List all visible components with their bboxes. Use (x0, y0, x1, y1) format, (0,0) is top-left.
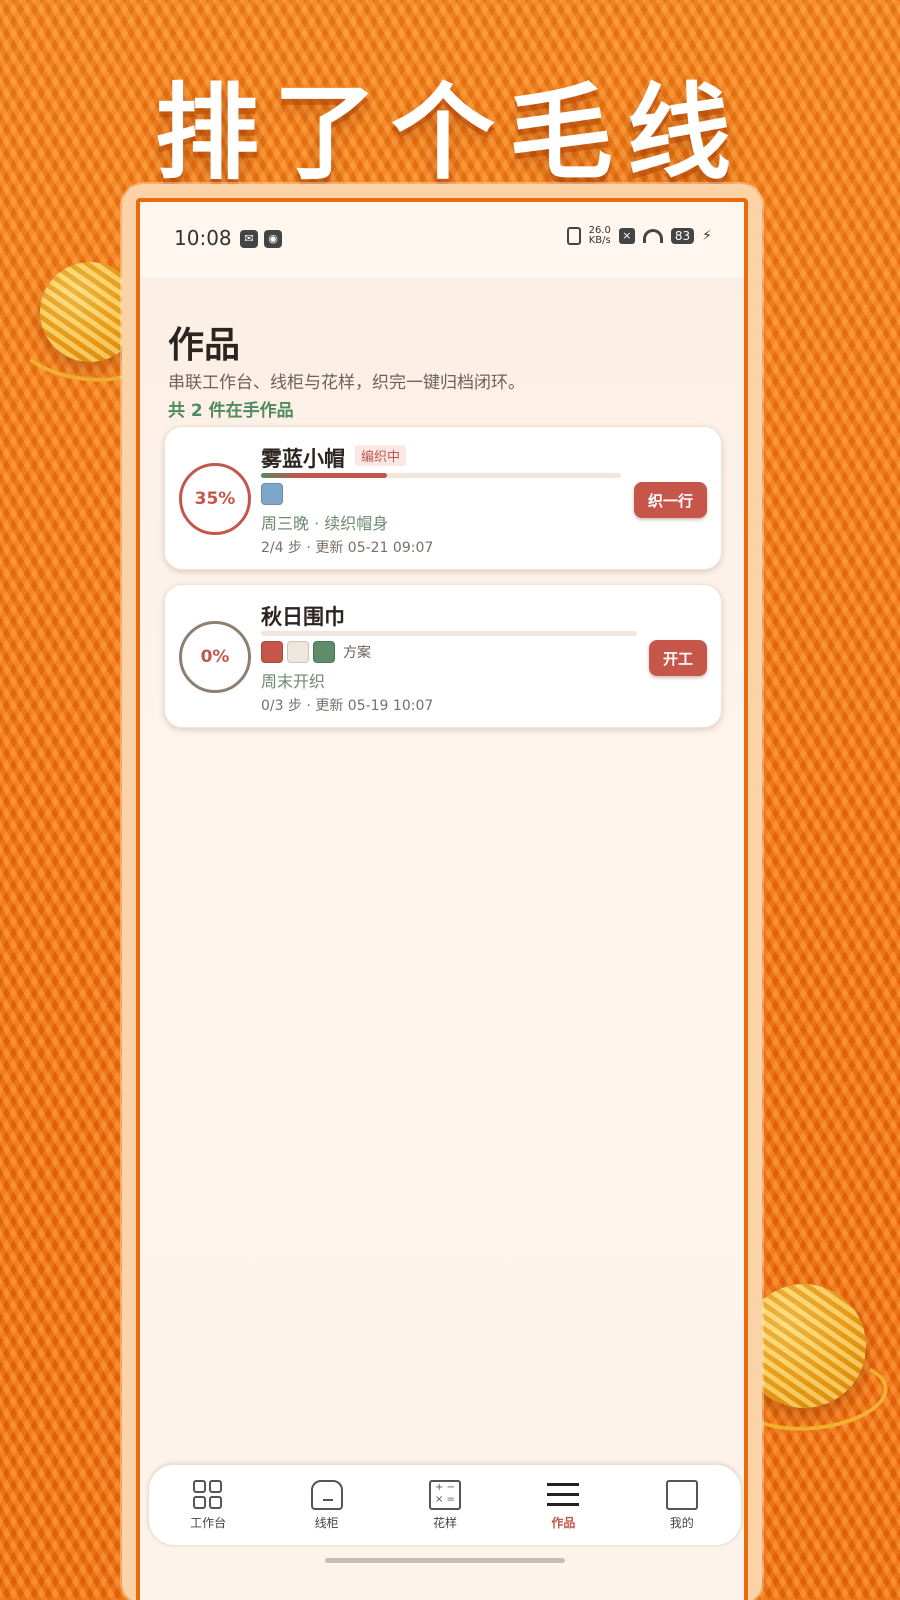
no-sim-icon: × (618, 228, 635, 244)
grid-icon (192, 1479, 224, 1510)
work-meta: 0/3 步 · 更新 05-19 10:07 (261, 698, 434, 714)
app-notification-icon: ◉ (264, 230, 282, 248)
work-meta: 2/4 步 · 更新 05-21 09:07 (261, 540, 434, 556)
swatch-label: 方案 (343, 645, 371, 661)
work-name: 雾蓝小帽 (261, 447, 345, 471)
status-badge: 编织中 (355, 445, 407, 466)
yarn-swatch (287, 641, 309, 663)
nav-item-works[interactable]: 作品 (518, 1480, 608, 1531)
nav-item-workbench[interactable]: 工作台 (163, 1479, 253, 1531)
yarn-swatch (261, 483, 283, 505)
nav-label: 工作台 (190, 1515, 227, 1530)
yarn-swatches: 方案 (261, 641, 371, 663)
knit-row-button[interactable]: 织一行 (633, 482, 707, 518)
mail-icon: ✉ (240, 230, 258, 248)
work-note: 周末开织 (261, 672, 326, 691)
vibrate-icon (566, 227, 581, 245)
nav-item-patterns[interactable]: + − × = 花样 (400, 1479, 490, 1531)
status-icons: 26.0 KB/s × 83 ⚡ (566, 225, 712, 246)
start-work-button[interactable]: 开工 (648, 640, 707, 676)
work-card[interactable]: 0% 秋日围巾 方案 周末开织 0/3 步 · 更新 05-19 10:07 开… (164, 584, 722, 728)
yarn-swatch (261, 641, 283, 663)
progress-ring: 35% (179, 463, 251, 535)
status-time: 10:08 (174, 226, 232, 250)
menu-icon (547, 1480, 580, 1510)
nav-label: 花样 (432, 1515, 457, 1530)
status-bar: 10:08 ✉ ◉ 26.0 KB/s × 83 ⚡ (140, 202, 744, 278)
home-icon (310, 1479, 343, 1510)
progress-ring: 0% (179, 621, 251, 693)
app-screen: 10:08 ✉ ◉ 26.0 KB/s × 83 ⚡ 作品 串联工作台、线柜与花… (136, 198, 748, 1600)
progress-track (261, 631, 637, 636)
nav-label: 线柜 (314, 1515, 339, 1530)
battery-level: 83 (670, 228, 695, 244)
nav-label: 作品 (551, 1515, 576, 1530)
page-title: 作品 (168, 325, 241, 366)
bottom-nav: 工作台 线柜 + − × = 花样 作品 我的 (148, 1464, 742, 1546)
progress-track (261, 473, 621, 478)
work-name: 秋日围巾 (261, 605, 345, 629)
banner-title: 排了个毛线 (154, 72, 745, 194)
yarn-swatch (313, 641, 335, 663)
yarn-swatches (261, 483, 283, 505)
nav-item-profile[interactable]: 我的 (637, 1479, 727, 1531)
nav-item-yarn-cabinet[interactable]: 线柜 (282, 1479, 372, 1531)
net-speed: 26.0 KB/s (588, 225, 611, 246)
work-card[interactable]: 35% 雾蓝小帽 编织中 周三晚 · 续织帽身 2/4 步 · 更新 05-21… (164, 426, 722, 570)
work-note: 周三晚 · 续织帽身 (261, 514, 389, 533)
charging-icon: ⚡ (702, 228, 712, 244)
profile-card-icon (665, 1479, 698, 1510)
calculator-icon: + − × = (428, 1479, 461, 1510)
page-subtitle: 串联工作台、线柜与花样，织完一键归档闭环。 (168, 373, 525, 393)
phone-frame: 10:08 ✉ ◉ 26.0 KB/s × 83 ⚡ 作品 串联工作台、线柜与花… (122, 184, 762, 1600)
progress-fill (261, 473, 387, 478)
home-indicator[interactable] (325, 1558, 565, 1563)
works-count: 共 2 件在手作品 (168, 401, 294, 421)
wifi-icon (642, 229, 663, 243)
nav-label: 我的 (669, 1515, 694, 1530)
